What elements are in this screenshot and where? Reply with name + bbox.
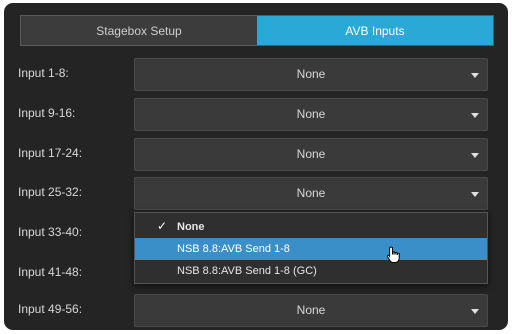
input-row-17-24: Input 17-24: None	[18, 138, 488, 171]
input-label: Input 33-40:	[18, 225, 83, 239]
input-label: Input 17-24:	[18, 146, 83, 160]
input-25-32-select[interactable]: None	[134, 177, 488, 210]
option-label: None	[177, 221, 205, 233]
tab-stagebox-setup[interactable]: Stagebox Setup	[21, 16, 257, 45]
tab-avb-inputs[interactable]: AVB Inputs	[257, 16, 493, 45]
select-value: None	[296, 186, 326, 200]
input-label: Input 1-8:	[18, 66, 69, 80]
select-value: None	[296, 147, 326, 161]
input-row-1-8: Input 1-8: None	[18, 58, 488, 91]
chevron-down-icon	[471, 192, 479, 197]
input-row-25-32: Input 25-32: None	[18, 177, 488, 210]
dropdown-option-send-1-8[interactable]: NSB 8.8:AVB Send 1-8	[135, 238, 487, 260]
input-9-16-select[interactable]: None	[134, 98, 488, 131]
input-label: Input 25-32:	[18, 185, 83, 199]
input-row-49-56: Input 49-56: None	[18, 294, 488, 327]
select-value: None	[296, 107, 326, 121]
chevron-down-icon	[471, 113, 479, 118]
chevron-down-icon	[471, 309, 479, 314]
select-value: None	[296, 67, 326, 81]
input-17-24-select[interactable]: None	[134, 138, 488, 171]
source-dropdown-menu: ✓ None NSB 8.8:AVB Send 1-8 NSB 8.8:AVB …	[134, 212, 488, 284]
dropdown-option-send-1-8-gc[interactable]: NSB 8.8:AVB Send 1-8 (GC)	[135, 260, 487, 282]
chevron-down-icon	[471, 73, 479, 78]
check-icon: ✓	[157, 219, 168, 233]
tab-bar: Stagebox Setup AVB Inputs	[20, 15, 494, 46]
input-label: Input 49-56:	[18, 302, 83, 316]
option-label: NSB 8.8:AVB Send 1-8	[177, 243, 290, 255]
input-label: Input 41-48:	[18, 265, 83, 279]
input-49-56-select[interactable]: None	[134, 294, 488, 327]
input-1-8-select[interactable]: None	[134, 58, 488, 91]
chevron-down-icon	[471, 153, 479, 158]
input-row-9-16: Input 9-16: None	[18, 98, 488, 131]
option-label: NSB 8.8:AVB Send 1-8 (GC)	[177, 265, 317, 277]
select-value: None	[296, 303, 326, 317]
hand-pointer-icon	[386, 246, 400, 263]
input-label: Input 9-16:	[18, 106, 76, 120]
dropdown-option-none[interactable]: ✓ None	[135, 216, 487, 238]
